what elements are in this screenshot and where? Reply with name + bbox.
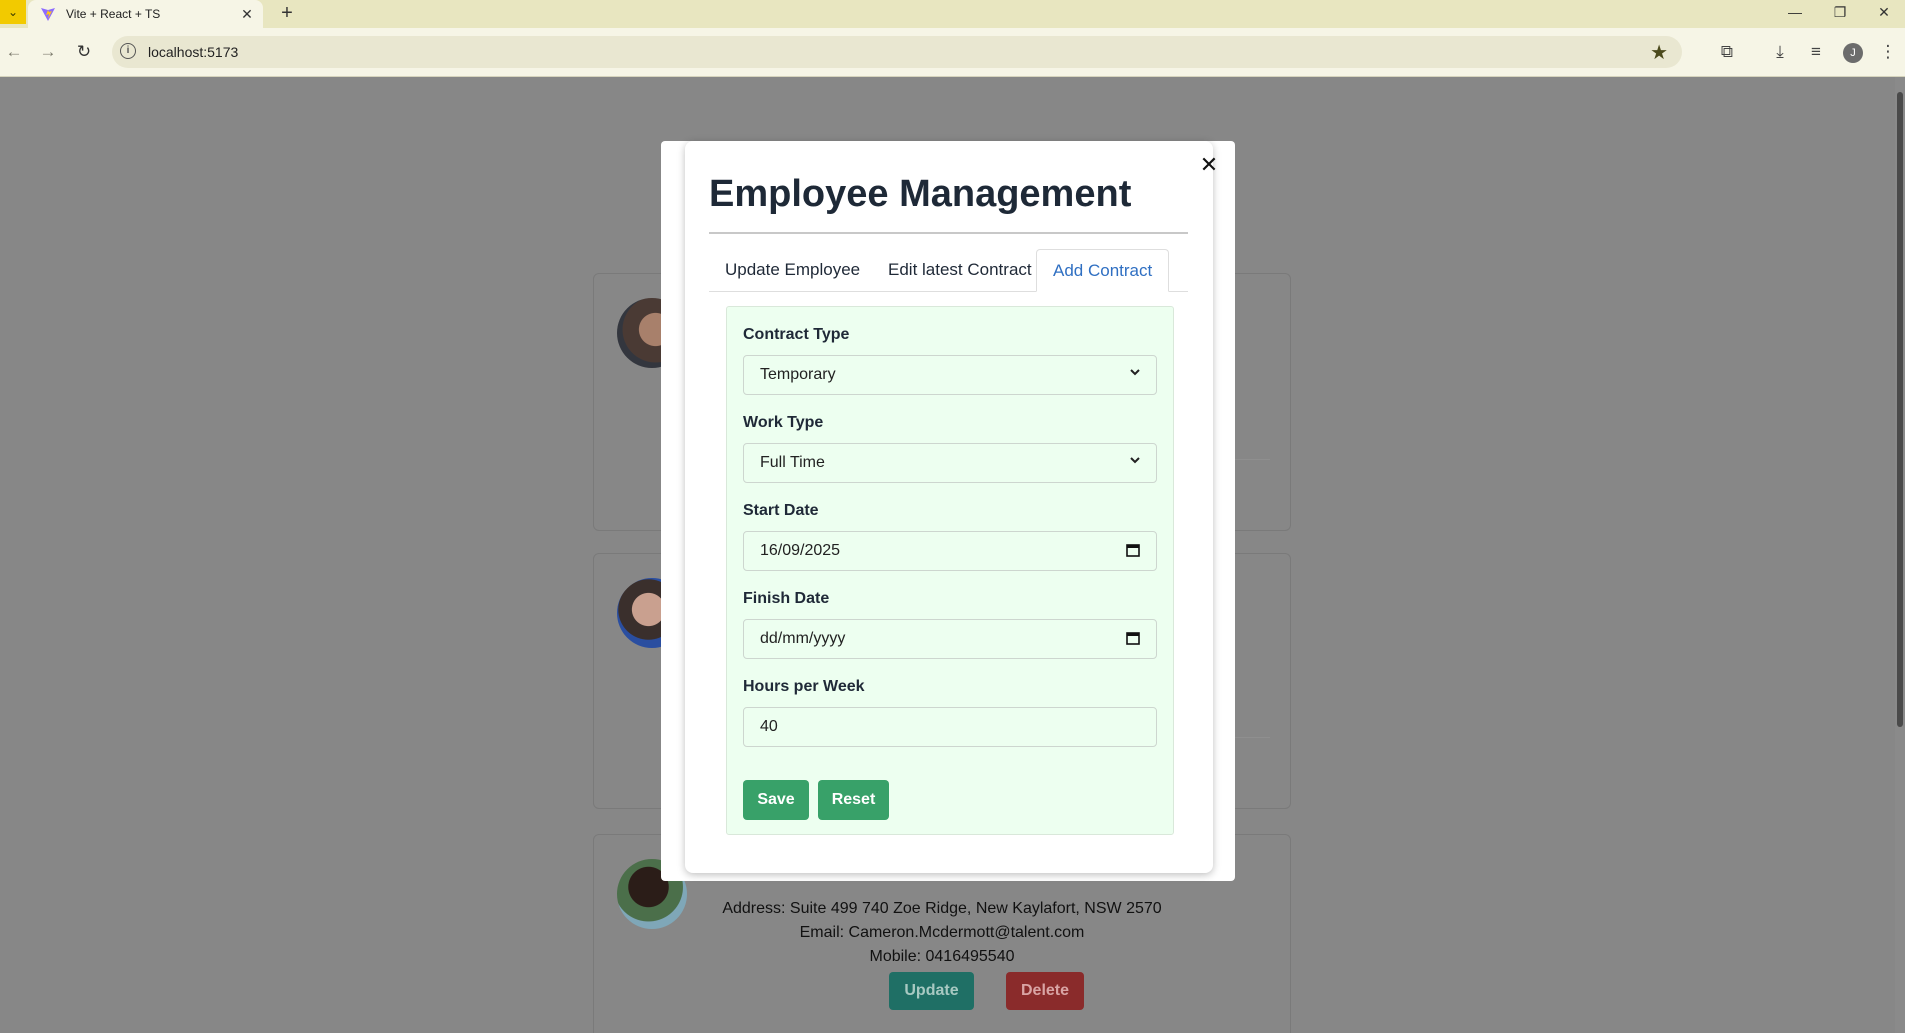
tab-update-employee[interactable]: Update Employee [709,249,876,291]
contract-type-label: Contract Type [743,326,850,343]
start-date-input[interactable]: 16/09/2025 [743,531,1157,571]
browser-toolbar: ← → ↻ i localhost:5173 ★ ⧉ ⤓ ≡ J ⋮ [0,28,1905,77]
site-info-icon[interactable]: i [120,43,136,59]
calendar-icon[interactable] [1126,631,1140,645]
chevron-down-icon [1130,369,1140,376]
calendar-icon[interactable] [1126,543,1140,557]
work-type-select[interactable]: Full Time [743,443,1157,483]
modal-tabs: Update Employee Edit latest Contract Add… [709,249,1188,292]
contract-type-value: Temporary [760,366,836,383]
tab-edit-latest-contract[interactable]: Edit latest Contract [872,249,1048,291]
scrollbar-thumb[interactable] [1897,92,1903,727]
finish-date-input[interactable]: dd/mm/yyyy [743,619,1157,659]
save-button[interactable]: Save [743,780,809,820]
employee-address: Address: Suite 499 740 Zoe Ridge, New Ka… [722,900,1162,917]
new-tab-icon[interactable]: + [275,2,299,24]
reload-icon[interactable]: ↻ [72,40,96,64]
modal-title: Employee Management [709,173,1132,215]
minimize-icon[interactable]: — [1773,0,1817,24]
finish-date-placeholder: dd/mm/yyyy [760,630,846,647]
bookmark-star-icon[interactable]: ★ [1650,40,1668,65]
update-button[interactable]: Update [889,972,974,1010]
employee-mobile: Mobile: 0416495540 [869,948,1015,965]
close-tab-icon[interactable]: ✕ [237,6,257,23]
extensions-icon[interactable]: ⧉ [1715,40,1739,64]
employee-management-modal: ✕ Employee Management Update Employee Ed… [661,141,1235,881]
work-type-label: Work Type [743,414,824,431]
reset-button[interactable]: Reset [818,780,889,820]
add-contract-form: Contract Type Temporary Work Type Full T… [726,306,1174,835]
delete-button[interactable]: Delete [1006,972,1084,1010]
contract-type-select[interactable]: Temporary [743,355,1157,395]
page-scrollbar[interactable] [1895,77,1905,1033]
work-type-value: Full Time [760,454,825,471]
employee-email: Email: Cameron.Mcdermott@talent.com [799,924,1085,941]
tab-title: Vite + React + TS [66,7,161,21]
start-date-label: Start Date [743,502,819,519]
browser-tab-strip: ⌄ Vite + React + TS ✕ + — ❐ ✕ [0,0,1905,28]
title-divider [709,232,1188,234]
address-bar[interactable]: i localhost:5173 ★ [112,36,1682,68]
hours-per-week-label: Hours per Week [743,678,865,695]
tab-add-contract[interactable]: Add Contract [1036,249,1170,292]
download-icon[interactable]: ⤓ [1768,40,1792,64]
close-modal-icon[interactable]: ✕ [1197,153,1221,177]
profile-avatar[interactable]: J [1843,43,1863,63]
chevron-down-icon [1130,457,1140,464]
url-text[interactable]: localhost:5173 [148,44,238,60]
hours-per-week-input[interactable]: 40 [743,707,1157,747]
tab-search-chevron-icon[interactable]: ⌄ [0,0,26,24]
vite-logo-icon [41,8,55,21]
restore-icon[interactable]: ❐ [1818,0,1862,24]
close-window-icon[interactable]: ✕ [1862,0,1905,24]
start-date-value: 16/09/2025 [760,542,841,559]
forward-icon[interactable]: → [36,40,60,64]
finish-date-label: Finish Date [743,590,830,607]
browser-tab[interactable]: Vite + React + TS ✕ [28,0,263,28]
menu-kebab-icon[interactable]: ⋮ [1876,40,1900,64]
hours-per-week-value: 40 [760,718,778,735]
media-control-icon[interactable]: ≡ [1804,40,1828,64]
back-icon[interactable]: ← [2,40,26,64]
